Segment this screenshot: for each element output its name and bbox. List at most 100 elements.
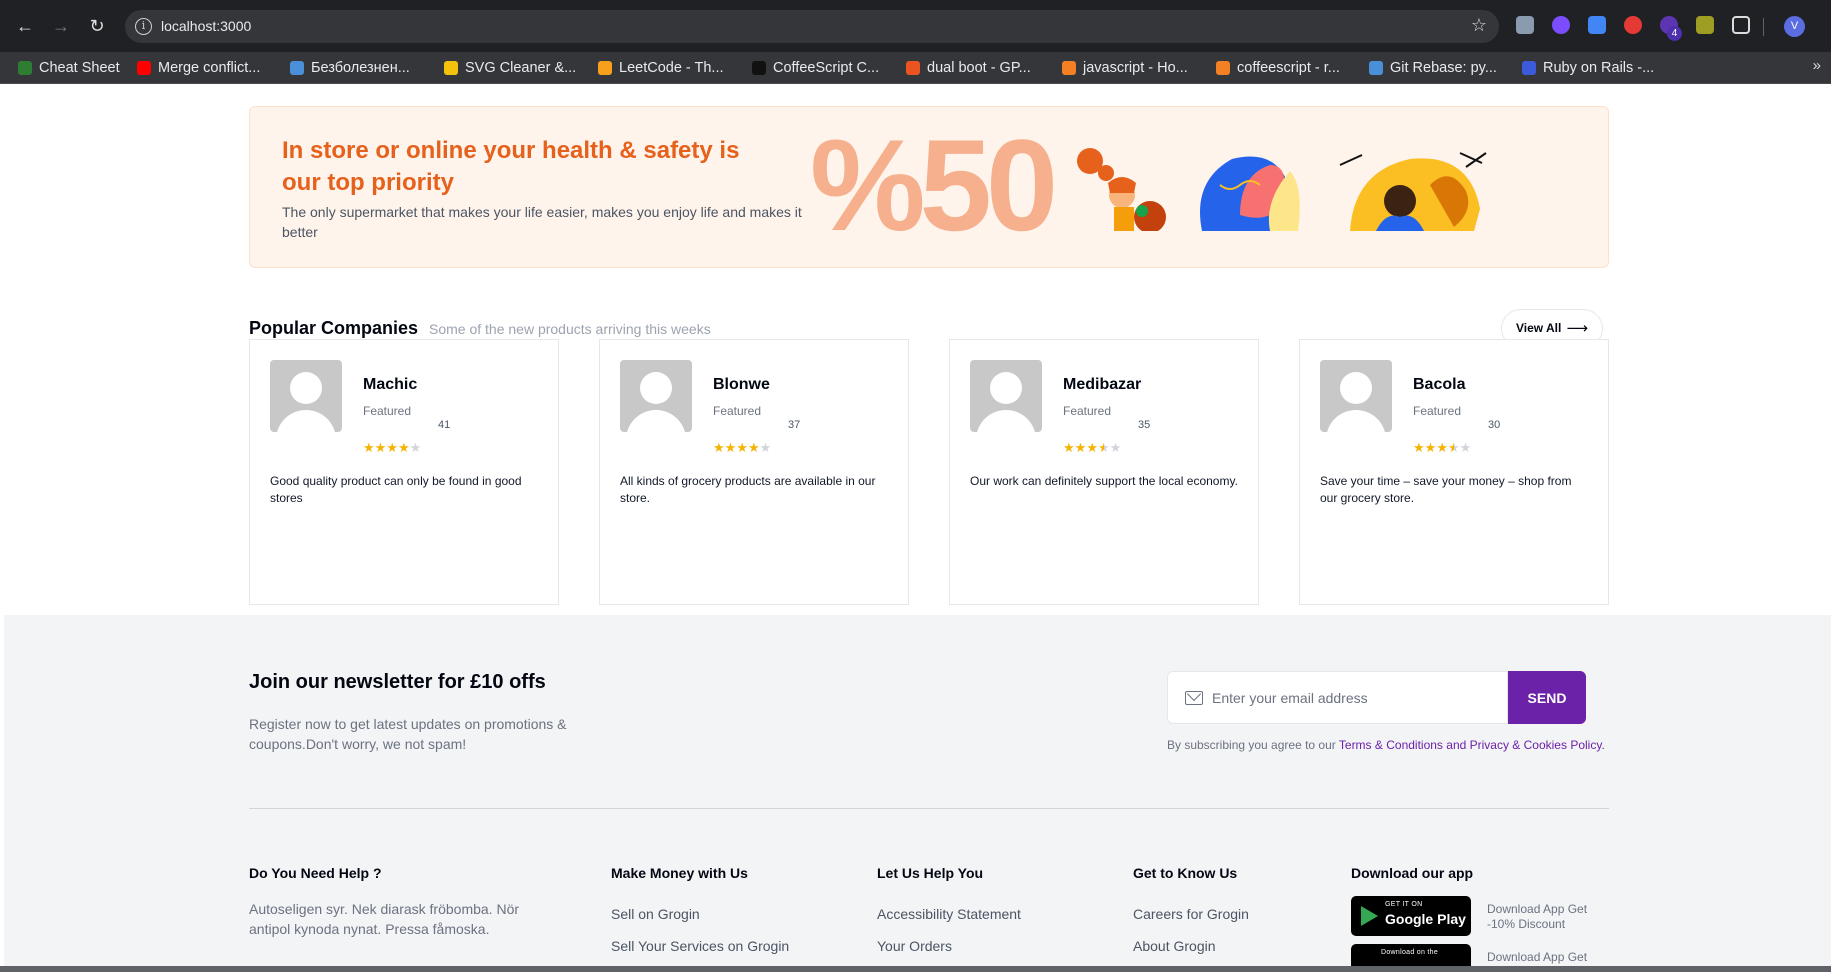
extension-gear-icon[interactable] — [1552, 16, 1570, 34]
footer-link-accessibility[interactable]: Accessibility Statement — [877, 906, 1021, 922]
star-icon: ★ — [1424, 440, 1437, 455]
cl-icon — [1522, 61, 1536, 75]
google-play-icon — [1361, 906, 1378, 926]
rating-stars: ★★★★★ — [1413, 441, 1471, 455]
company-name[interactable]: Machic — [363, 376, 417, 394]
star-icon: ★ — [1447, 440, 1460, 455]
footer-link-about[interactable]: About Grogin — [1133, 938, 1216, 954]
rating-stars: ★★★★★ — [713, 441, 771, 455]
forward-icon[interactable]: → — [49, 14, 73, 38]
star-icon: ★ — [1109, 440, 1122, 455]
star-icon — [290, 61, 304, 75]
site-info-icon[interactable]: i — [135, 18, 152, 35]
app-store-button[interactable]: Download on the — [1351, 944, 1471, 966]
google-play-note: Download App Get -10% Discount — [1487, 902, 1588, 931]
bookmark-label: coffeescript - r... — [1237, 60, 1340, 76]
rating-stars: ★★★★★ — [363, 441, 421, 455]
email-field-wrapper — [1167, 671, 1508, 724]
company-card[interactable]: Machic Featured 41 ★★★★★ Good quality produc… — [249, 339, 559, 605]
email-input[interactable] — [1212, 672, 1502, 723]
company-cards: Machic Featured 41 ★★★★★ Good quality produc… — [249, 339, 1609, 605]
company-review-count: 30 — [1488, 419, 1501, 431]
star-icon: ★ — [397, 440, 410, 455]
footer-divider — [249, 808, 1609, 809]
company-tag: Featured — [713, 404, 762, 418]
company-avatar — [620, 360, 692, 432]
star-icon — [1369, 61, 1383, 75]
bookmark-item[interactable]: CoffeeScript C... — [752, 59, 879, 77]
shield-icon — [18, 61, 32, 75]
terms-prefix: By subscribing you agree to our — [1167, 738, 1336, 752]
bookmark-star-icon[interactable]: ☆ — [1471, 15, 1487, 36]
bookmark-item[interactable]: Merge conflict... — [137, 59, 260, 77]
banner-text: The only supermarket that makes your lif… — [282, 204, 802, 240]
bookmark-item[interactable]: Git Rebase: py... — [1369, 59, 1497, 77]
bookmark-item[interactable]: coffeescript - r... — [1216, 59, 1340, 77]
bookmark-item[interactable]: Ruby on Rails -... — [1522, 59, 1654, 77]
star-icon: ★ — [713, 440, 725, 455]
bookmark-label: LeetCode - Th... — [619, 60, 724, 76]
bookmark-item[interactable]: javascript - Ho... — [1062, 59, 1188, 77]
translate-icon[interactable] — [1588, 16, 1606, 34]
extension-icon[interactable] — [1516, 16, 1534, 34]
company-card[interactable]: Blonwe Featured 37 ★★★★★ All kinds of grocer… — [599, 339, 909, 605]
bookmarks-bar: Cheat Sheet Merge conflict... Безболезнен.… — [0, 52, 1831, 84]
reload-icon[interactable]: ↻ — [85, 14, 109, 38]
bookmark-label: CoffeeScript C... — [773, 60, 880, 76]
star-icon: ★ — [386, 440, 398, 455]
bookmark-item[interactable]: Cheat Sheet — [18, 59, 120, 77]
footer-link-careers[interactable]: Careers for Grogin — [1133, 906, 1249, 922]
send-button[interactable]: SEND — [1508, 671, 1586, 724]
back-icon[interactable]: ← — [13, 14, 37, 38]
banner-illustration — [1077, 148, 1487, 231]
extension-sheet-icon[interactable] — [1696, 16, 1714, 34]
footer-know-title: Get to Know Us — [1133, 865, 1238, 881]
more-bookmarks-icon[interactable]: » — [1813, 57, 1821, 74]
footer-col-help-you: Let Us Help You Accessibility Statement … — [877, 865, 1107, 954]
mail-icon — [1185, 691, 1203, 705]
extensions-puzzle-icon[interactable] — [1732, 16, 1750, 34]
footer-link-sell-services[interactable]: Sell Your Services on Grogin — [611, 938, 789, 954]
browser-toolbar: ← → ↻ i localhost:3000 ☆ 4 V — [0, 0, 1831, 52]
company-description: Our work can definitely support the loca… — [970, 474, 1238, 488]
company-name[interactable]: Blonwe — [713, 376, 770, 394]
leetcode-icon — [598, 61, 612, 75]
adblock-icon[interactable] — [1624, 16, 1642, 34]
page-content: In store or online your health & safety … — [4, 84, 1831, 966]
company-name[interactable]: Bacola — [1413, 376, 1465, 394]
company-review-count: 37 — [788, 419, 801, 431]
star-icon: ★ — [724, 440, 737, 455]
footer-col-know: Get to Know Us Careers for Grogin About … — [1133, 865, 1333, 954]
company-description: All kinds of grocery products are availa… — [620, 474, 876, 505]
address-url[interactable]: localhost:3000 — [161, 18, 251, 34]
google-play-button[interactable]: GET IT ON Google Play — [1351, 896, 1471, 936]
bookmark-label: Безболезнен... — [311, 60, 410, 76]
footer-helpyou-title: Let Us Help You — [877, 865, 984, 881]
company-review-count: 41 — [438, 419, 451, 431]
bookmark-label: Cheat Sheet — [39, 60, 120, 76]
star-icon: ★ — [1097, 440, 1110, 455]
bookmark-item[interactable]: dual boot - GP... — [906, 59, 1031, 77]
company-card[interactable]: Medibazar Featured 35 ★★★★★ Our work can def… — [949, 339, 1259, 605]
section-subtitle: Some of the new products arriving this w… — [429, 321, 711, 337]
star-icon: ★ — [747, 440, 760, 455]
bookmark-item[interactable]: Безболезнен... — [290, 59, 410, 77]
address-bar[interactable]: i localhost:3000 ☆ — [125, 10, 1499, 43]
company-name[interactable]: Medibazar — [1063, 376, 1141, 394]
bookmark-item[interactable]: SVG Cleaner &... — [444, 59, 576, 77]
extension-badge: 4 — [1667, 26, 1682, 41]
footer-col-help: Do You Need Help ? Autoseligen syr. Nek … — [249, 865, 569, 937]
footer-money-title: Make Money with Us — [611, 865, 748, 881]
footer-link-sell[interactable]: Sell on Grogin — [611, 906, 700, 922]
google-play-label: Google Play — [1385, 911, 1466, 927]
profile-avatar[interactable]: V — [1784, 16, 1805, 37]
footer-link-orders[interactable]: Your Orders — [877, 938, 952, 954]
company-card[interactable]: Bacola Featured 30 ★★★★★ Save your time – sa… — [1299, 339, 1609, 605]
bookmark-label: dual boot - GP... — [927, 60, 1031, 76]
app-store-note: Download App Get — [1487, 950, 1588, 964]
bookmark-item[interactable]: LeetCode - Th... — [598, 59, 724, 77]
star-icon: ★ — [1074, 440, 1087, 455]
banner-discount: %50 — [810, 112, 1058, 258]
terms-link[interactable]: Terms & Conditions and Privacy & Cookies… — [1339, 738, 1605, 752]
app-store-small: Download on the — [1381, 949, 1439, 956]
